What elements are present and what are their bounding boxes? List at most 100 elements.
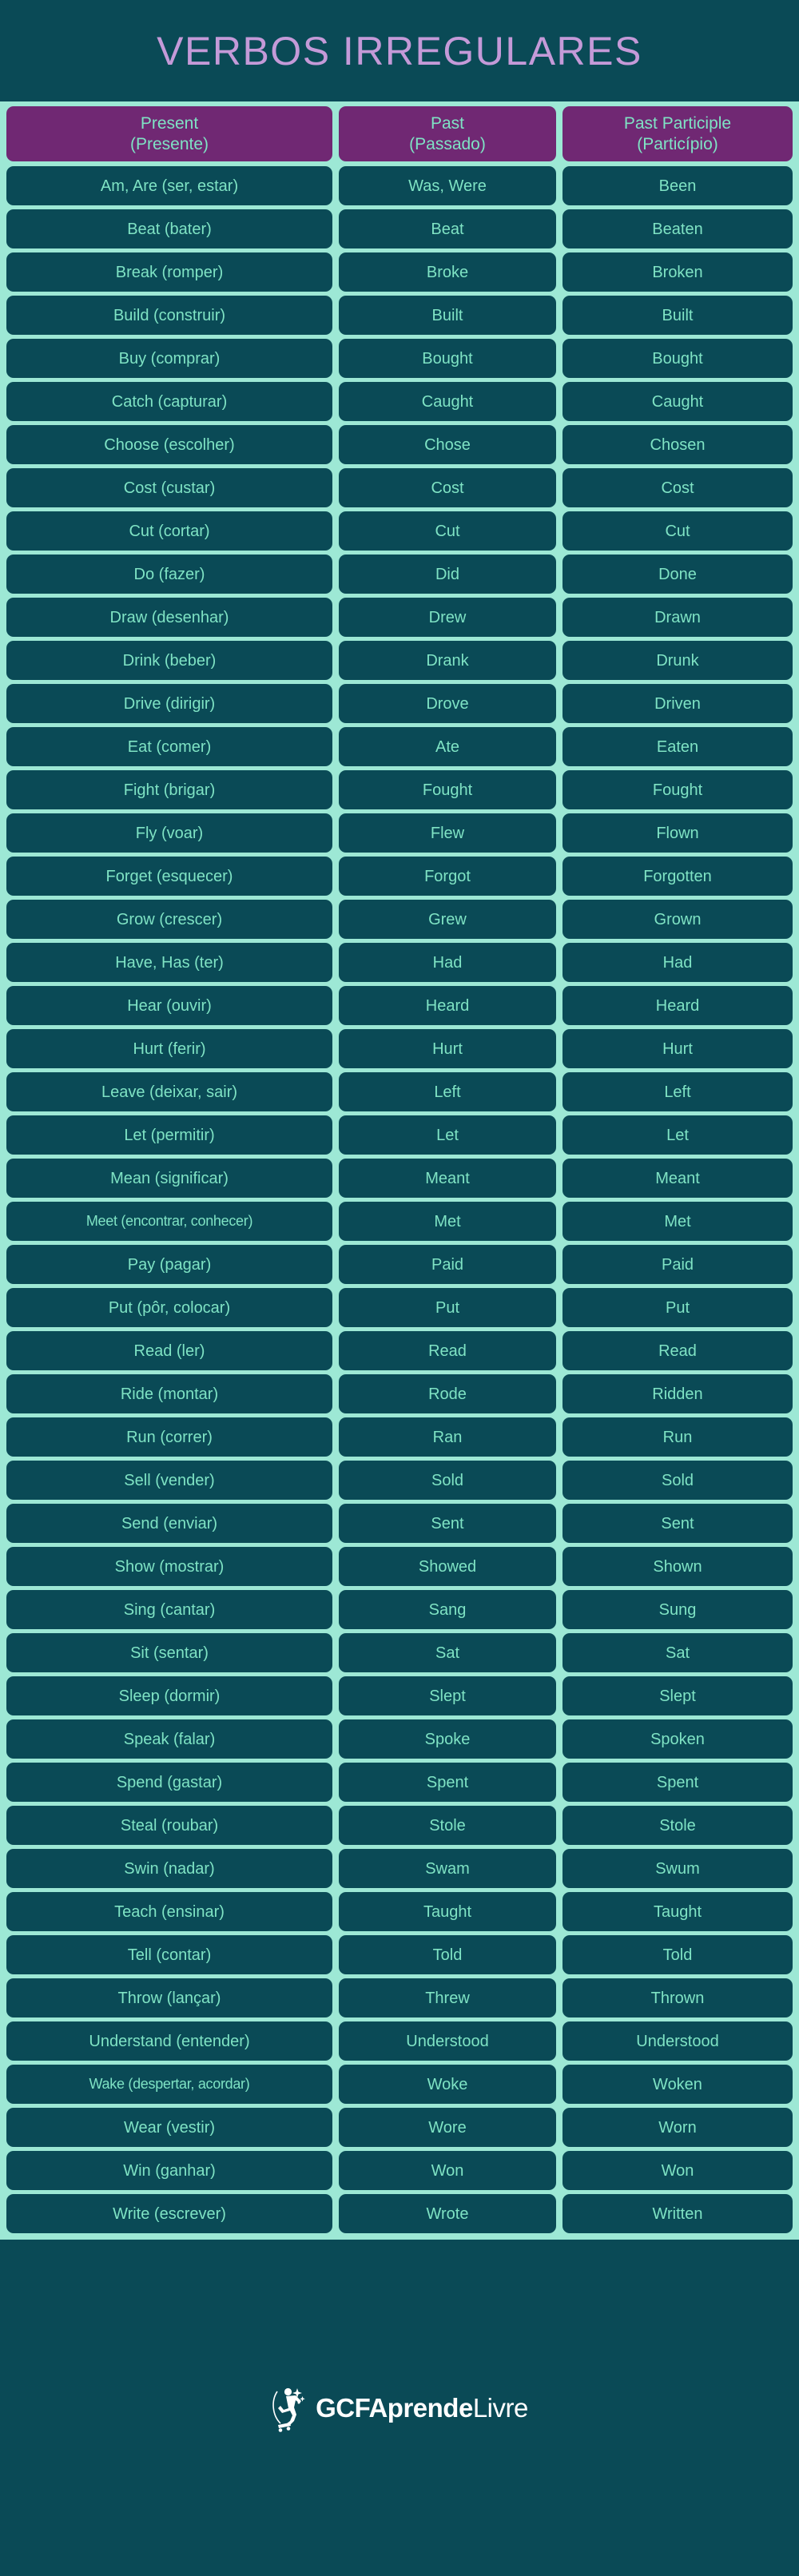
verb-past-cell: Woke — [339, 2065, 556, 2104]
brand-wordmark-light: Livre — [472, 2392, 529, 2423]
verb-participle-cell: Run — [562, 1417, 793, 1457]
verb-present-cell: Tell (contar) — [6, 1935, 332, 1974]
verb-present-cell: Sell (vender) — [6, 1461, 332, 1500]
table-row: Wear (vestir) Wore Worn — [6, 2108, 793, 2147]
brand-wordmark-bold: GCFAprende — [316, 2392, 473, 2423]
table-row: Spend (gastar) Spent Spent — [6, 1763, 793, 1802]
verb-participle-cell: Read — [562, 1331, 793, 1370]
verb-participle-cell: Sent — [562, 1504, 793, 1543]
verb-past-cell: Cut — [339, 511, 556, 551]
verb-participle-cell: Driven — [562, 684, 793, 723]
verb-past-cell: Ran — [339, 1417, 556, 1457]
table-row: Leave (deixar, sair) Left Left — [6, 1072, 793, 1111]
verb-past-cell: Wrote — [339, 2194, 556, 2233]
table-row: Throw (lançar) Threw Thrown — [6, 1978, 793, 2017]
verb-participle-cell: Fought — [562, 770, 793, 809]
column-header-past-participle-en: Past Participle — [623, 113, 732, 133]
table-row: Do (fazer) Did Done — [6, 555, 793, 594]
table-row: Grow (crescer) Grew Grown — [6, 900, 793, 939]
verb-participle-cell: Stole — [562, 1806, 793, 1845]
verb-participle-cell: Beaten — [562, 209, 793, 248]
verb-present-cell: Do (fazer) — [6, 555, 332, 594]
column-header-past: Past (Passado) — [339, 106, 556, 161]
footer-brand: GCFAprendeLivre — [0, 2240, 799, 2576]
page-title: VERBOS IRREGULARES — [157, 28, 642, 74]
verb-present-cell: Understand (entender) — [6, 2021, 332, 2061]
verb-past-cell: Sent — [339, 1504, 556, 1543]
verb-present-cell: Win (ganhar) — [6, 2151, 332, 2190]
table-row: Fight (brigar) Fought Fought — [6, 770, 793, 809]
verb-present-cell: Fly (voar) — [6, 813, 332, 853]
table-row: Build (construir) Built Built — [6, 296, 793, 335]
verb-past-cell: Left — [339, 1072, 556, 1111]
verb-past-cell: Spent — [339, 1763, 556, 1802]
table-header-row: Present (Presente) Past (Passado) Past P… — [6, 106, 793, 161]
verb-present-cell: Sit (sentar) — [6, 1633, 332, 1672]
verb-present-cell: Run (correr) — [6, 1417, 332, 1457]
verb-present-cell: Read (ler) — [6, 1331, 332, 1370]
verb-present-cell: Meet (encontrar, conhecer) — [6, 1202, 332, 1241]
verb-past-cell: Broke — [339, 252, 556, 292]
table-row: Fly (voar) Flew Flown — [6, 813, 793, 853]
verb-participle-cell: Ridden — [562, 1374, 793, 1413]
verb-past-cell: Flew — [339, 813, 556, 853]
verb-present-cell: Drink (beber) — [6, 641, 332, 680]
verb-participle-cell: Put — [562, 1288, 793, 1327]
table-row: Wake (despertar, acordar) Woke Woken — [6, 2065, 793, 2104]
verb-present-cell: Hurt (ferir) — [6, 1029, 332, 1068]
verb-present-cell: Am, Are (ser, estar) — [6, 166, 332, 205]
verb-participle-cell: Written — [562, 2194, 793, 2233]
verb-present-cell: Forget (esquecer) — [6, 857, 332, 896]
verb-past-cell: Caught — [339, 382, 556, 421]
table-row: Show (mostrar) Showed Shown — [6, 1547, 793, 1586]
table-row: Buy (comprar) Bought Bought — [6, 339, 793, 378]
verb-participle-cell: Drunk — [562, 641, 793, 680]
verb-present-cell: Break (romper) — [6, 252, 332, 292]
verb-participle-cell: Cut — [562, 511, 793, 551]
table-row: Eat (comer) Ate Eaten — [6, 727, 793, 766]
verb-participle-cell: Sat — [562, 1633, 793, 1672]
verb-participle-cell: Grown — [562, 900, 793, 939]
verb-participle-cell: Won — [562, 2151, 793, 2190]
verb-past-cell: Won — [339, 2151, 556, 2190]
verb-present-cell: Let (permitir) — [6, 1115, 332, 1155]
verb-past-cell: Stole — [339, 1806, 556, 1845]
verb-participle-cell: Caught — [562, 382, 793, 421]
verb-past-cell: Showed — [339, 1547, 556, 1586]
table-row: Am, Are (ser, estar) Was, Were Been — [6, 166, 793, 205]
table-row: Choose (escolher) Chose Chosen — [6, 425, 793, 464]
verb-participle-cell: Had — [562, 943, 793, 982]
verb-participle-cell: Met — [562, 1202, 793, 1241]
verb-past-cell: Sat — [339, 1633, 556, 1672]
verb-past-cell: Was, Were — [339, 166, 556, 205]
verb-participle-cell: Done — [562, 555, 793, 594]
verb-past-cell: Bought — [339, 339, 556, 378]
verb-past-cell: Wore — [339, 2108, 556, 2147]
verb-past-cell: Chose — [339, 425, 556, 464]
verb-past-cell: Put — [339, 1288, 556, 1327]
verb-past-cell: Forgot — [339, 857, 556, 896]
verb-past-cell: Did — [339, 555, 556, 594]
verbs-table: Present (Presente) Past (Passado) Past P… — [0, 101, 799, 2240]
verb-present-cell: Buy (comprar) — [6, 339, 332, 378]
verb-participle-cell: Thrown — [562, 1978, 793, 2017]
verb-present-cell: Show (mostrar) — [6, 1547, 332, 1586]
verb-present-cell: Cost (custar) — [6, 468, 332, 507]
verb-present-cell: Send (enviar) — [6, 1504, 332, 1543]
table-row: Steal (roubar) Stole Stole — [6, 1806, 793, 1845]
verb-past-cell: Threw — [339, 1978, 556, 2017]
verb-past-cell: Met — [339, 1202, 556, 1241]
verb-past-cell: Let — [339, 1115, 556, 1155]
verb-participle-cell: Sold — [562, 1461, 793, 1500]
verb-present-cell: Wake (despertar, acordar) — [6, 2065, 332, 2104]
table-row: Swin (nadar) Swam Swum — [6, 1849, 793, 1888]
table-row: Write (escrever) Wrote Written — [6, 2194, 793, 2233]
verb-past-cell: Rode — [339, 1374, 556, 1413]
table-row: Cut (cortar) Cut Cut — [6, 511, 793, 551]
verb-participle-cell: Cost — [562, 468, 793, 507]
table-row: Break (romper) Broke Broken — [6, 252, 793, 292]
verb-participle-cell: Woken — [562, 2065, 793, 2104]
verb-participle-cell: Told — [562, 1935, 793, 1974]
verb-past-cell: Slept — [339, 1676, 556, 1715]
verb-present-cell: Teach (ensinar) — [6, 1892, 332, 1931]
